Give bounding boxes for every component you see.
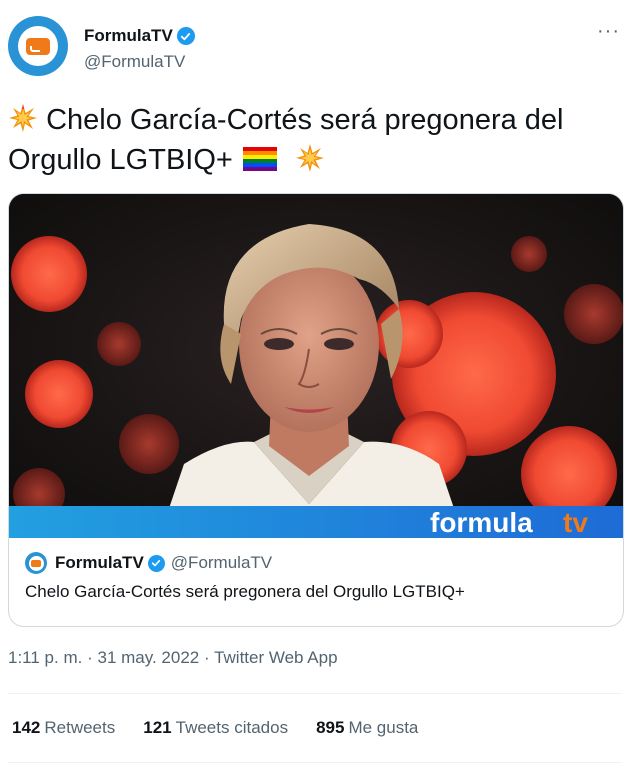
card-avatar-inner [28, 555, 44, 571]
card-site-name: FormulaTV [55, 553, 144, 572]
divider [8, 693, 622, 694]
retweets-count: 142 [12, 718, 41, 737]
tweet-meta: 1:11 p. m. · 31 may. 2022 · Twitter Web … [8, 648, 338, 668]
tweet-text: Chelo García-Cortés será pregonera del O… [8, 100, 622, 180]
quotes-count: 121 [143, 718, 172, 737]
avatar-inner [18, 26, 58, 66]
author-avatar[interactable] [8, 16, 68, 76]
rainbow-flag-emoji-icon [242, 147, 277, 171]
tweet-stats: 142 Retweets 121 Tweets citados 895 Me gust… [12, 718, 418, 738]
author-name-row: FormulaTV [84, 26, 195, 46]
tweet-source[interactable]: Twitter Web App [214, 648, 337, 667]
meta-separator: · [87, 648, 93, 667]
author-display-name[interactable]: FormulaTV [84, 26, 173, 46]
retweets-label: Retweets [44, 718, 116, 737]
tweet-time[interactable]: 1:11 p. m. [8, 648, 82, 667]
tweet-date[interactable]: 31 may. 2022 [97, 648, 199, 667]
tweet-header: FormulaTV @FormulaTV ··· [8, 8, 622, 76]
retweets-stat[interactable]: 142 Retweets [12, 718, 115, 738]
tv-icon [31, 559, 41, 567]
likes-count: 895 [316, 718, 345, 737]
verified-badge-icon [176, 27, 195, 45]
card-title: Chelo García-Cortés será pregonera del O… [25, 582, 465, 601]
more-icon[interactable]: ··· [597, 21, 620, 41]
card-meta: FormulaTV @FormulaTV Chelo García-Cortés… [25, 552, 605, 602]
collision-emoji-icon [295, 144, 324, 172]
link-card[interactable]: formula tv FormulaTV @FormulaTV Chelo Ga… [8, 193, 624, 627]
likes-label: Me gusta [348, 718, 419, 737]
collision-emoji-icon [9, 104, 37, 132]
card-photo: formula tv [9, 194, 623, 538]
divider [8, 762, 622, 763]
meta-separator: · [203, 648, 210, 667]
card-overlay-logo-b: tv [563, 507, 588, 538]
author-handle[interactable]: @FormulaTV [84, 52, 185, 72]
card-site-handle: @FormulaTV [170, 553, 273, 572]
card-image[interactable]: formula tv [9, 194, 623, 538]
quotes-label: Tweets citados [175, 718, 289, 737]
quotes-stat[interactable]: 121 Tweets citados [143, 718, 288, 738]
card-avatar [25, 552, 47, 574]
tweet-body-text: Chelo García-Cortés será pregonera del O… [8, 104, 564, 176]
tv-icon [26, 37, 50, 55]
likes-stat[interactable]: 895 Me gusta [316, 718, 418, 738]
card-source-row: FormulaTV @FormulaTV [25, 552, 605, 574]
card-overlay-logo-a: formula [430, 507, 533, 538]
verified-badge-icon [147, 554, 165, 572]
